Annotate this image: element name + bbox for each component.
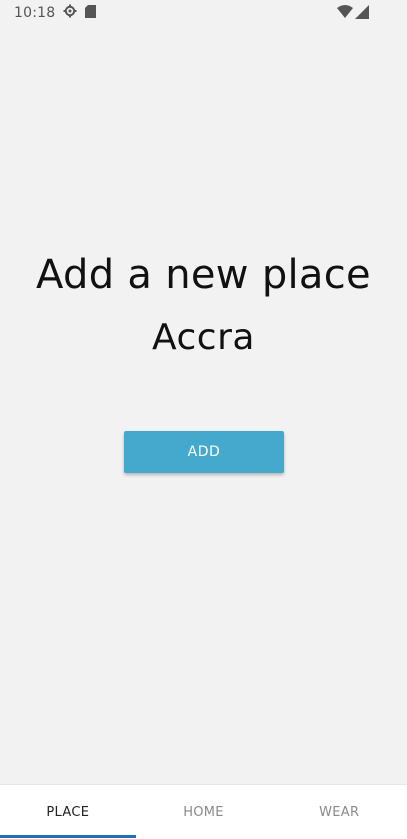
wifi-icon <box>337 5 353 23</box>
gear-icon <box>63 4 77 22</box>
tab-home[interactable]: HOME <box>136 785 272 839</box>
page-title: Add a new place <box>36 252 371 298</box>
cell-signal-icon <box>355 5 369 23</box>
status-bar: 10:18 <box>0 0 407 26</box>
app-screen: 10:18 Add a new place Accra ADD PLACE HO… <box>0 0 407 839</box>
status-time: 10:18 <box>14 5 56 21</box>
status-right-icons <box>337 5 369 23</box>
sd-card-icon <box>85 4 97 22</box>
add-button[interactable]: ADD <box>124 431 284 473</box>
bottom-tab-bar: PLACE HOME WEAR <box>0 784 407 839</box>
place-name: Accra <box>152 317 255 358</box>
tab-wear[interactable]: WEAR <box>271 785 407 839</box>
tab-place[interactable]: PLACE <box>0 785 136 839</box>
status-left-icons <box>63 4 97 22</box>
